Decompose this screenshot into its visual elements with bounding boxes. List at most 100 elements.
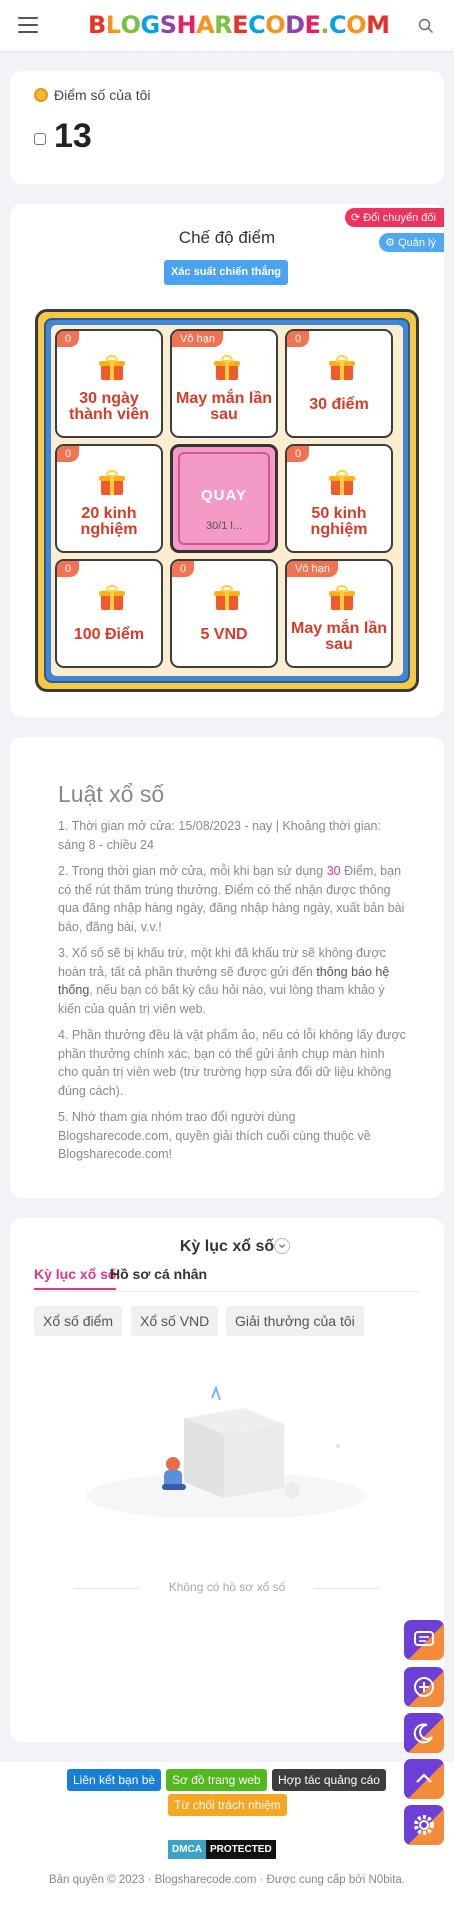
tab-lottery-history[interactable]: Kỳ lục xổ số xyxy=(34,1266,117,1290)
friend-links-link[interactable]: Liên kết bạn bè xyxy=(67,1769,162,1791)
filter-vnd-lottery[interactable]: Xổ số VND xyxy=(131,1306,219,1336)
dark-mode-button[interactable] xyxy=(404,1713,444,1753)
footer: Liên kết bạn bè Sơ đồ trang web Hợp tác … xyxy=(0,1762,454,1905)
gift-icon xyxy=(329,585,355,611)
board-grid: 0 30 ngày thành viên Vô hạn May mắn lần … xyxy=(51,325,403,676)
rule-5: 5. Nhớ tham gia nhóm trao đổi người dùng… xyxy=(58,1110,371,1161)
lottery-board: 0 30 ngày thành viên Vô hạn May mắn lần … xyxy=(35,309,419,692)
logo-letter: S xyxy=(159,11,177,39)
win-rate-button[interactable]: Xác suất chiến thắng xyxy=(164,260,289,285)
exchange-button[interactable]: ⟳ Đổi chuyển đổi xyxy=(344,208,444,227)
logo-letter: O xyxy=(346,11,367,39)
rules-card: Luật xổ số 1. Thời gian mở cửa: 15/08/20… xyxy=(10,737,444,1198)
board-frame: 0 30 ngày thành viên Vô hạn May mắn lần … xyxy=(44,318,410,683)
prize-cell: Vô hạn May mắn lần sau xyxy=(285,559,393,668)
rule-1: 1. Thời gian mở cửa: 15/08/2023 - nay | … xyxy=(58,819,381,852)
logo-letter: . xyxy=(320,11,330,39)
ad-cooperation-link[interactable]: Hợp tác quảng cáo xyxy=(272,1769,386,1791)
gear-icon xyxy=(414,1815,434,1835)
prize-label: 100 Điểm xyxy=(73,626,145,643)
add-button[interactable] xyxy=(404,1667,444,1707)
prize-cell: 0 30 điểm xyxy=(285,329,393,438)
prize-badge: 0 xyxy=(57,561,80,577)
logo-letter: R xyxy=(214,11,233,39)
prize-label: May mắn lần sau xyxy=(290,620,388,653)
filter-points-lottery[interactable]: Xổ số điểm xyxy=(34,1306,123,1336)
coins-icon xyxy=(34,88,48,102)
prize-badge: 0 xyxy=(57,331,80,347)
spin-count: 30/1 l... xyxy=(205,520,243,532)
logo-letter: H xyxy=(176,11,197,39)
spin-label: QUAY xyxy=(201,487,247,504)
gift-icon xyxy=(329,470,355,496)
prize-label: 30 điểm xyxy=(309,396,369,413)
prize-badge: 0 xyxy=(57,446,80,462)
prize-label: 30 ngày thành viên xyxy=(68,390,149,423)
chat-button[interactable] xyxy=(404,1620,444,1660)
chat-icon xyxy=(414,1631,434,1646)
rules-title: Luật xổ số xyxy=(58,781,165,807)
gift-icon xyxy=(214,585,240,611)
gift-icon xyxy=(99,585,125,611)
prize-badge: 0 xyxy=(172,561,195,577)
prize-cell: 0 50 kinh nghiệm xyxy=(285,444,393,553)
rule-2-cost: 30 xyxy=(326,864,341,878)
history-card: Kỳ lục xổ số Kỳ lục xổ số Hồ sơ cá nhân … xyxy=(10,1218,444,1742)
tab-divider xyxy=(34,1291,420,1292)
logo-letter: C xyxy=(248,11,266,39)
scroll-top-button[interactable] xyxy=(404,1759,444,1799)
rules-list: 1. Thời gian mở cửa: 15/08/2023 - nay | … xyxy=(58,817,408,1172)
score-card: Điểm số của tôi 13 xyxy=(10,71,444,184)
spin-button[interactable]: QUAY 30/1 l... xyxy=(170,444,278,553)
add-icon xyxy=(414,1677,434,1697)
menu-icon[interactable] xyxy=(18,17,38,34)
prize-label: May mắn lần sau xyxy=(175,390,273,423)
arrow-up-icon xyxy=(416,1773,432,1783)
dmca-badge[interactable]: DMCA PROTECTED xyxy=(168,1840,276,1859)
score-title: Điểm số của tôi xyxy=(34,87,150,103)
filter-my-prizes[interactable]: Giải thưởng của tôi xyxy=(226,1306,364,1336)
logo-letter: L xyxy=(105,11,121,39)
prize-cell: 0 30 ngày thành viên xyxy=(55,329,163,438)
rule-3-text-b: , nếu bạn có bất kỳ câu hỏi nào, vui lòn… xyxy=(58,983,385,1016)
dmca-label: DMCA xyxy=(168,1840,206,1859)
lottery-card: ⟳ Đổi chuyển đổi ⚙ Quản lý Chế độ điểm X… xyxy=(10,204,444,717)
tab-profile[interactable]: Hồ sơ cá nhân xyxy=(110,1266,207,1282)
moon-icon xyxy=(413,1723,433,1744)
logo-letter: A xyxy=(196,11,215,39)
score-value: 13 xyxy=(34,117,92,156)
disclaimer-link[interactable]: Từ chối trách nhiệm xyxy=(168,1794,287,1816)
prize-label: 5 VND xyxy=(200,626,248,643)
gift-icon xyxy=(99,470,125,496)
prize-label: 20 kinh nghiệm xyxy=(80,505,138,538)
rule-2-text-a: 2. Trong thời gian mở cửa, mỗi khi bạn s… xyxy=(58,864,327,878)
rule-4: 4. Phần thưởng đều là vật phẩm ảo, nếu c… xyxy=(58,1028,406,1098)
coin-icon xyxy=(34,133,46,145)
prize-badge: 0 xyxy=(287,446,310,462)
prize-badge: Vô hạn xyxy=(172,331,223,347)
settings-button[interactable] xyxy=(404,1805,444,1845)
header: BLOGSHARECODE.COM xyxy=(0,0,454,52)
logo-letter: C xyxy=(329,11,347,39)
chevron-down-icon[interactable] xyxy=(274,1238,290,1254)
logo-letter: E xyxy=(232,11,249,39)
logo-letter: E xyxy=(304,11,321,39)
mode-title: Chế độ điểm xyxy=(178,228,276,247)
gift-icon xyxy=(329,355,355,381)
logo-letter: D xyxy=(285,11,305,39)
prize-label: 50 kinh nghiệm xyxy=(310,505,368,538)
protected-label: PROTECTED xyxy=(206,1840,276,1859)
rule-2: 2. Trong thời gian mở cửa, mỗi khi bạn s… xyxy=(58,862,408,936)
logo-letter: G xyxy=(140,11,161,39)
logo-letter: B xyxy=(88,11,106,39)
site-logo[interactable]: BLOGSHARECODE.COM xyxy=(88,11,390,39)
prize-badge: 0 xyxy=(287,331,310,347)
logo-letter: O xyxy=(120,11,141,39)
search-icon[interactable] xyxy=(418,18,434,34)
prize-badge: Vô hạn xyxy=(287,561,338,577)
prize-cell: Vô hạn May mắn lần sau xyxy=(170,329,278,438)
logo-letter: M xyxy=(366,11,390,39)
gift-icon xyxy=(214,355,240,381)
logo-letter: O xyxy=(265,11,286,39)
sitemap-link[interactable]: Sơ đồ trang web xyxy=(166,1769,267,1791)
